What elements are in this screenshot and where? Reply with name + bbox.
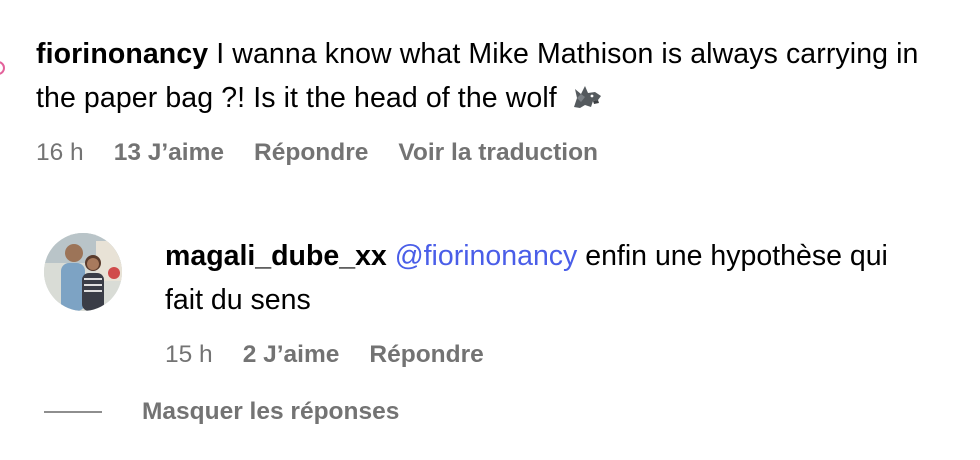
hide-replies-label: Masquer les réponses — [142, 398, 400, 425]
reply-button[interactable]: Répondre — [254, 139, 368, 167]
reply-username[interactable]: magali_dube_xx — [165, 240, 387, 272]
reply-time[interactable]: 15 h — [165, 341, 213, 369]
reply-to-reply-button[interactable]: Répondre — [369, 341, 483, 369]
reply-meta: 15 h 2 J’aime Répondre — [165, 341, 514, 369]
comment-username[interactable]: fiorinonancy — [36, 38, 208, 70]
hide-replies-button[interactable]: Masquer les réponses — [44, 398, 399, 426]
see-translation-button[interactable]: Voir la traduction — [398, 139, 598, 167]
mention-link[interactable]: @fiorinonancy — [395, 240, 578, 272]
comment-time[interactable]: 16 h — [36, 139, 84, 167]
avatar[interactable] — [44, 233, 122, 311]
reply-likes-count[interactable]: 2 J’aime — [243, 341, 340, 369]
comment-meta: 16 h 13 J’aime Répondre Voir la traducti… — [36, 139, 628, 167]
comment-body: fiorinonancy I wanna know what Mike Math… — [36, 32, 936, 120]
reply-body: magali_dube_xx @fiorinonancy enfin une h… — [165, 234, 925, 322]
avatar-story-ring[interactable] — [0, 61, 5, 75]
divider-line — [44, 411, 102, 413]
wolf-icon — [571, 80, 603, 108]
comment-likes-count[interactable]: 13 J’aime — [114, 139, 224, 167]
